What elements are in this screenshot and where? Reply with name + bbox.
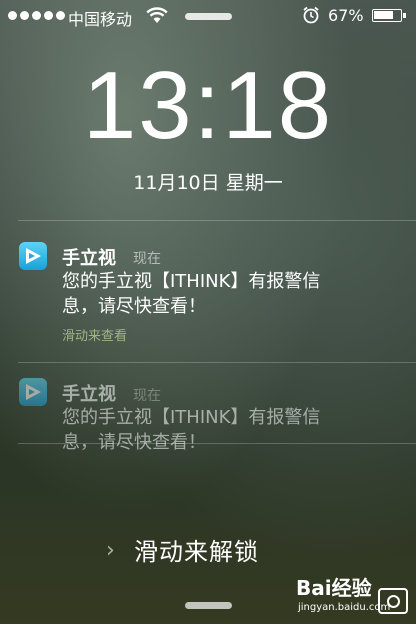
notification-app-name: 手立视 [62, 248, 116, 269]
control-center-grabber[interactable] [185, 602, 232, 609]
lock-date: 11月10日 星期一 [133, 172, 283, 194]
camera-icon[interactable] [378, 588, 408, 614]
notification-message-line: 息，请尽快查看！ [62, 296, 206, 317]
carrier-name: 中国移动 [68, 10, 133, 29]
notification-time: 现在 [133, 388, 161, 404]
battery-icon [372, 9, 406, 22]
notification-message-line: 您的手立视【ITHINK】有报警信 [62, 407, 321, 428]
app-play-icon [19, 242, 47, 270]
notification-message-line: 您的手立视【ITHINK】有报警信 [62, 271, 321, 292]
notification-message: 您的手立视【ITHINK】有报警信 息，请尽快查看！ [62, 269, 382, 319]
notification-message: 您的手立视【ITHINK】有报警信 息，请尽快查看！ [62, 405, 382, 455]
status-bar: 中国移动 67% [0, 0, 416, 32]
notification-app-name: 手立视 [62, 384, 116, 405]
watermark-url: jingyan.baidu.com [298, 602, 391, 613]
notification-time: 现在 [133, 251, 161, 267]
watermark-logo: Bai经验 [296, 576, 372, 600]
lock-time: 13:18 [82, 52, 334, 159]
wifi-icon [146, 7, 168, 23]
signal-strength-icon [8, 11, 65, 20]
app-play-icon [19, 378, 47, 406]
alarm-clock-icon [303, 6, 319, 24]
notification-item[interactable]: 手立视 现在 您的手立视【ITHINK】有报警信 息，请尽快查看！ [0, 363, 416, 453]
divider [18, 443, 416, 444]
chevron-right-icon: › [106, 538, 115, 563]
notification-item[interactable]: 手立视 现在 您的手立视【ITHINK】有报警信 息，请尽快查看！ 滑动来查看 [0, 221, 416, 362]
battery-percent: 67% [328, 6, 364, 25]
notification-center-grabber[interactable] [185, 13, 232, 20]
slide-to-view-hint: 滑动来查看 [62, 329, 128, 344]
slide-to-unlock-label[interactable]: 滑动来解锁 [134, 532, 259, 567]
